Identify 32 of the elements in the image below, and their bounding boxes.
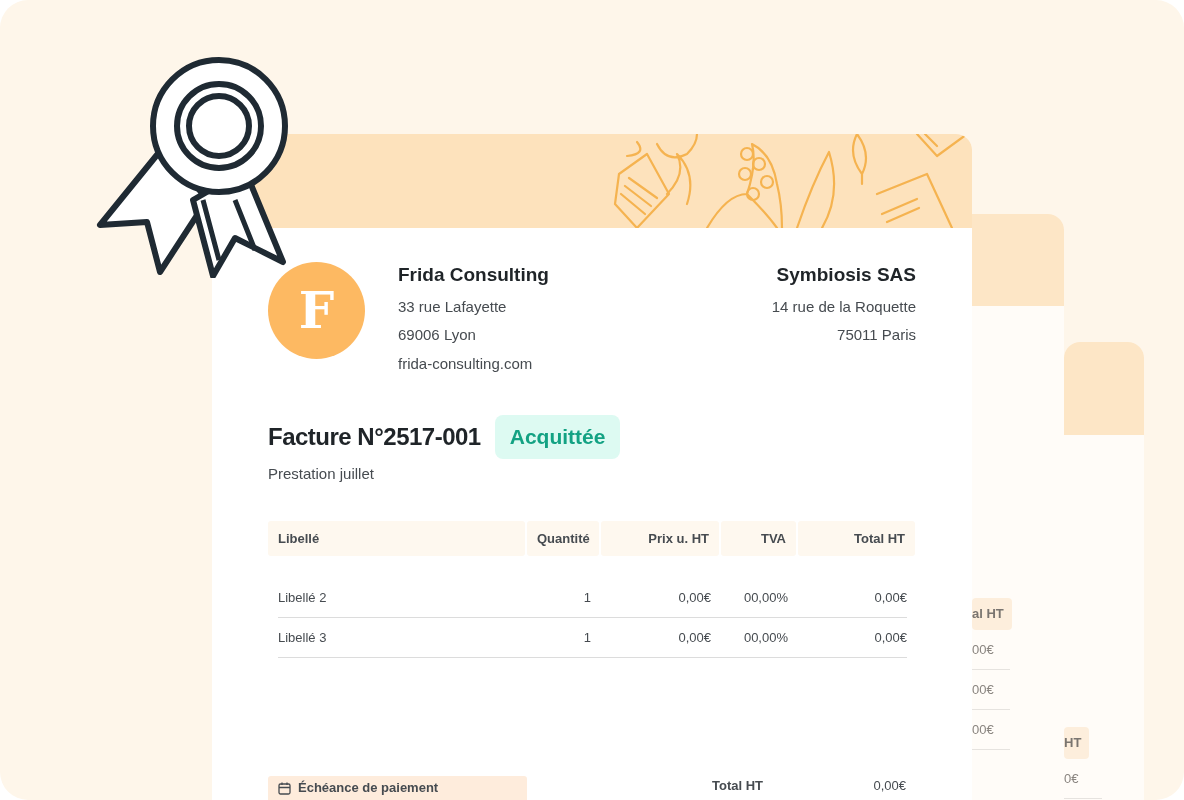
column-header: HT bbox=[1064, 727, 1090, 759]
table-cell: 00,00% bbox=[721, 618, 798, 658]
column-header: Total HT bbox=[798, 521, 915, 556]
client-address-line: 75011 Paris bbox=[836, 325, 916, 345]
company-logo: F bbox=[268, 262, 365, 359]
sender-name: Frida Consulting bbox=[398, 263, 549, 287]
client-address-line: 14 rue de la Roquette bbox=[771, 296, 916, 317]
column-header: Quantité bbox=[527, 521, 599, 556]
table-cell: 0,00€ bbox=[798, 618, 907, 658]
column-header: TVA bbox=[721, 521, 796, 556]
column-header: Libellé bbox=[268, 521, 525, 556]
status-badge: Acquittée bbox=[494, 415, 621, 459]
table-cell: Libellé 3 bbox=[278, 618, 527, 658]
total-value: 0,00€ bbox=[873, 777, 906, 795]
table-cell: 1 bbox=[527, 618, 601, 658]
column-header: Prix u. HT bbox=[601, 521, 719, 556]
table-cell: 0,00€ bbox=[798, 578, 907, 618]
calendar-icon bbox=[278, 781, 291, 795]
invoice-subtitle: Prestation juillet bbox=[268, 463, 375, 484]
client-name: Symbiosis SAS bbox=[775, 263, 916, 287]
sender-address-line: 33 rue Lafayette bbox=[398, 296, 508, 317]
payment-due-text: Échéance de paiement bbox=[298, 779, 439, 798]
column-header: al HT bbox=[972, 598, 1012, 630]
table-cell: 0,00€ bbox=[601, 578, 721, 618]
sender-address-line: frida-consulting.com bbox=[398, 353, 534, 374]
table-cell: 1 bbox=[527, 578, 601, 618]
invoice-title: Facture N°2517-001 bbox=[268, 421, 481, 452]
table-cell: Libellé 2 bbox=[278, 578, 527, 618]
table-cell: 00,00% bbox=[721, 578, 798, 618]
table-cell: 0,00€ bbox=[601, 618, 721, 658]
sender-address-line: 69006 Lyon bbox=[398, 325, 477, 345]
total-label: Total HT bbox=[712, 777, 764, 795]
